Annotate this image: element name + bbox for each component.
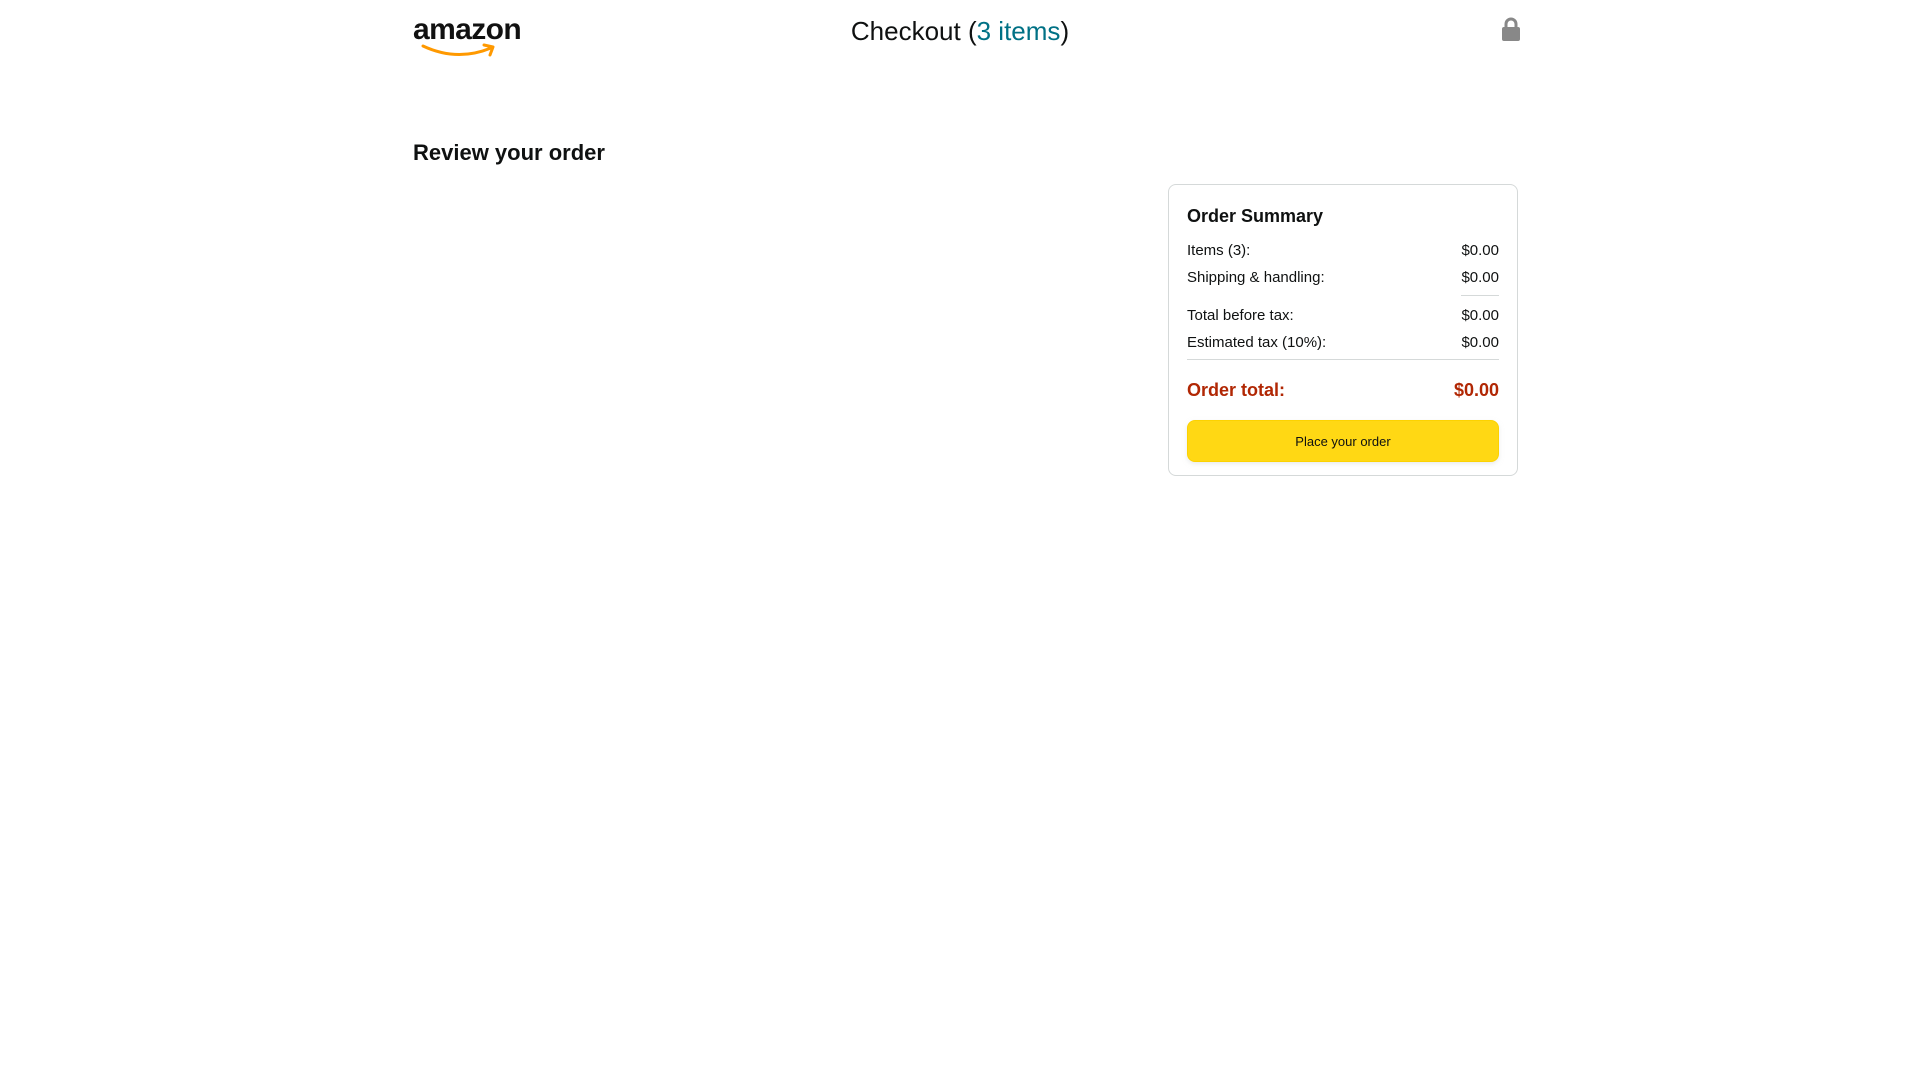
summary-value: $0.00 <box>1461 306 1499 324</box>
summary-row-items: Items (3): $0.00 <box>1187 237 1499 264</box>
checkout-title-suffix: ) <box>1060 16 1070 46</box>
summary-label: Total before tax: <box>1187 306 1294 324</box>
summary-row-shipping: Shipping & handling: $0.00 <box>1187 264 1499 291</box>
summary-label: Estimated tax (10%): <box>1187 333 1327 351</box>
items-count-link[interactable]: 3 items <box>977 16 1061 46</box>
summary-row-total-before-tax: Total before tax: $0.00 <box>1187 302 1499 329</box>
summary-value: $0.00 <box>1461 333 1499 351</box>
summary-label: Items (3): <box>1187 241 1251 259</box>
order-total-label: Order total: <box>1187 380 1286 400</box>
total-divider <box>1187 359 1499 360</box>
lock-icon <box>1502 17 1520 41</box>
summary-row-estimated-tax: Estimated tax (10%): $0.00 <box>1187 329 1499 356</box>
summary-label: Shipping & handling: <box>1187 268 1325 286</box>
order-total-value: $0.00 <box>1453 380 1499 400</box>
checkout-page: amazon Checkout (3 items) Review your or… <box>0 0 1920 1080</box>
subtotal-divider <box>1461 295 1499 296</box>
summary-value: $0.00 <box>1461 241 1499 259</box>
order-total-row: Order total: $0.00 <box>1187 370 1499 410</box>
order-summary-panel: Order Summary Items (3): $0.00 Shipping … <box>1168 184 1518 476</box>
review-order-heading: Review your order <box>413 140 605 165</box>
summary-value: $0.00 <box>1461 268 1499 286</box>
checkout-header: amazon Checkout (3 items) <box>0 0 1920 64</box>
place-order-button[interactable]: Place your order <box>1187 420 1499 462</box>
checkout-title: Checkout (3 items) <box>0 14 1920 48</box>
order-summary-title: Order Summary <box>1187 206 1324 226</box>
checkout-title-prefix: Checkout ( <box>850 16 977 46</box>
